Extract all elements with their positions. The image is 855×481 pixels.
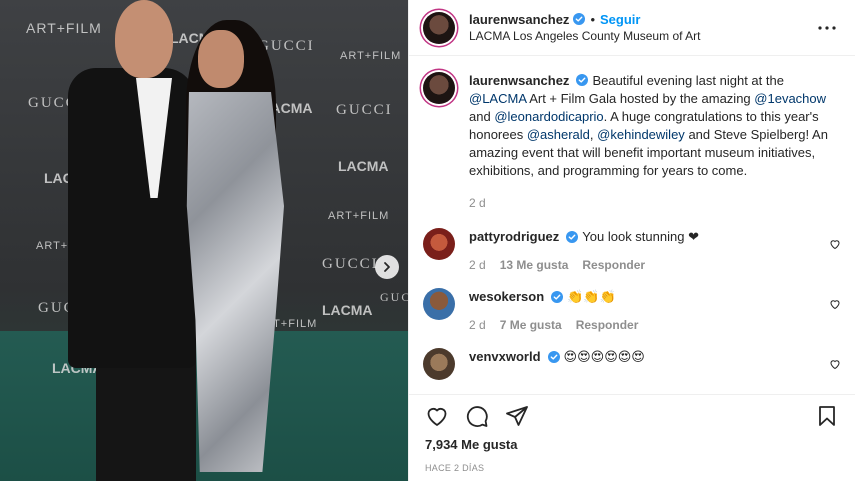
share-icon[interactable] [505,404,529,428]
verified-icon [576,74,589,86]
likes-count[interactable]: 7,934 Me gusta [409,437,855,457]
mention-link[interactable]: @kehindewiley [597,127,685,142]
follow-button[interactable]: Seguir [600,11,640,28]
caption-text: Beautiful evening last night at the [592,73,784,88]
post-username[interactable]: laurenwsanchez [469,11,569,28]
caption-body: laurenwsanchez Beautiful evening last nig… [469,72,829,212]
heart-icon[interactable] [829,358,841,370]
post-header: laurenwsanchez • Seguir LACMA Los Angele… [409,0,855,56]
verified-icon [573,13,586,25]
comment-username[interactable]: pattyrodriguez [469,228,559,246]
post-caption: laurenwsanchez Beautiful evening last nig… [423,72,841,212]
avatar[interactable] [423,228,455,260]
man-figure [68,68,196,368]
mention-link[interactable]: @LACMA [469,91,526,106]
avatar[interactable] [423,288,455,320]
post-date[interactable]: HACE 2 DÍAS [409,457,855,481]
caption-text: and [469,109,491,124]
caption-text: Art + Film Gala hosted by the amazing [529,91,751,106]
verified-icon [547,351,560,363]
backdrop-logo: GUCCI [322,256,379,272]
comment-username[interactable]: wesokerson [469,288,544,306]
avatar[interactable] [423,348,455,380]
post-photo[interactable]: ART+FILM LACMA GUCCI ART+FILM GUCCI LACM… [0,0,408,481]
comment-body: wesokerson 👏👏👏 2 d 7 Me gusta Responder [469,288,841,332]
avatar[interactable] [423,11,455,44]
instagram-post-view: ART+FILM LACMA GUCCI ART+FILM GUCCI LACM… [0,0,855,481]
comment-body: venvxworld 😍😍😍😍😍😍 [469,348,841,380]
backdrop-logo: LACMA [338,158,389,174]
heart-icon[interactable] [425,404,449,428]
separator-dot: • [590,11,595,27]
comment-icon[interactable] [465,404,489,428]
mention-link[interactable]: @leonardodicaprio [494,109,603,124]
backdrop-logo: ART+FILM [26,20,102,36]
post-header-text: laurenwsanchez • Seguir LACMA Los Angele… [469,11,815,45]
heart-icon[interactable] [829,238,841,250]
comment-text: 😍😍😍😍😍😍 [563,349,645,364]
avatar[interactable] [423,72,455,104]
woman-face [198,30,244,88]
caption-username[interactable]: laurenwsanchez [469,73,569,88]
next-photo-button[interactable] [375,255,399,279]
more-options-button[interactable] [815,16,839,40]
backdrop-logo: ART+FILM [328,210,390,222]
mention-link[interactable]: @1evachow [754,91,826,106]
comment-likes[interactable]: 13 Me gusta [500,258,569,272]
comment-text: 👏👏👏 [567,289,616,304]
comment-timestamp[interactable]: 2 d [469,258,486,272]
verified-icon [566,231,579,243]
comment-text: You look stunning ❤ [582,229,699,244]
comment: wesokerson 👏👏👏 2 d 7 Me gusta Responder [423,288,841,332]
comment: venvxworld 😍😍😍😍😍😍 [423,348,841,380]
caption-text: , [589,127,594,142]
backdrop-logo: LACMA [322,302,373,318]
caption-timestamp[interactable]: 2 d [469,194,829,212]
chevron-right-icon [384,262,390,272]
verified-icon [551,291,564,303]
comment-timestamp[interactable]: 2 d [469,318,486,332]
reply-button[interactable]: Responder [576,318,639,332]
comment-body: pattyrodriguez You look stunning ❤ 2 d 1… [469,228,841,272]
man-head [115,0,173,78]
backdrop-logo: GUCCI [380,290,408,304]
heart-icon[interactable] [829,298,841,310]
post-actions [409,395,855,437]
post-side-panel: laurenwsanchez • Seguir LACMA Los Angele… [408,0,855,481]
more-options-icon [818,25,836,30]
comments-list[interactable]: laurenwsanchez Beautiful evening last nig… [409,56,855,395]
backdrop-logo: ART+FILM [340,50,402,62]
mention-link[interactable]: @asherald [527,127,590,142]
backdrop-logo: GUCCI [336,102,393,118]
comment: pattyrodriguez You look stunning ❤ 2 d 1… [423,228,841,272]
comment-username[interactable]: venvxworld [469,348,541,366]
bookmark-icon[interactable] [815,404,839,428]
reply-button[interactable]: Responder [582,258,645,272]
comment-likes[interactable]: 7 Me gusta [500,318,562,332]
post-location[interactable]: LACMA Los Angeles County Museum of Art [469,28,815,45]
